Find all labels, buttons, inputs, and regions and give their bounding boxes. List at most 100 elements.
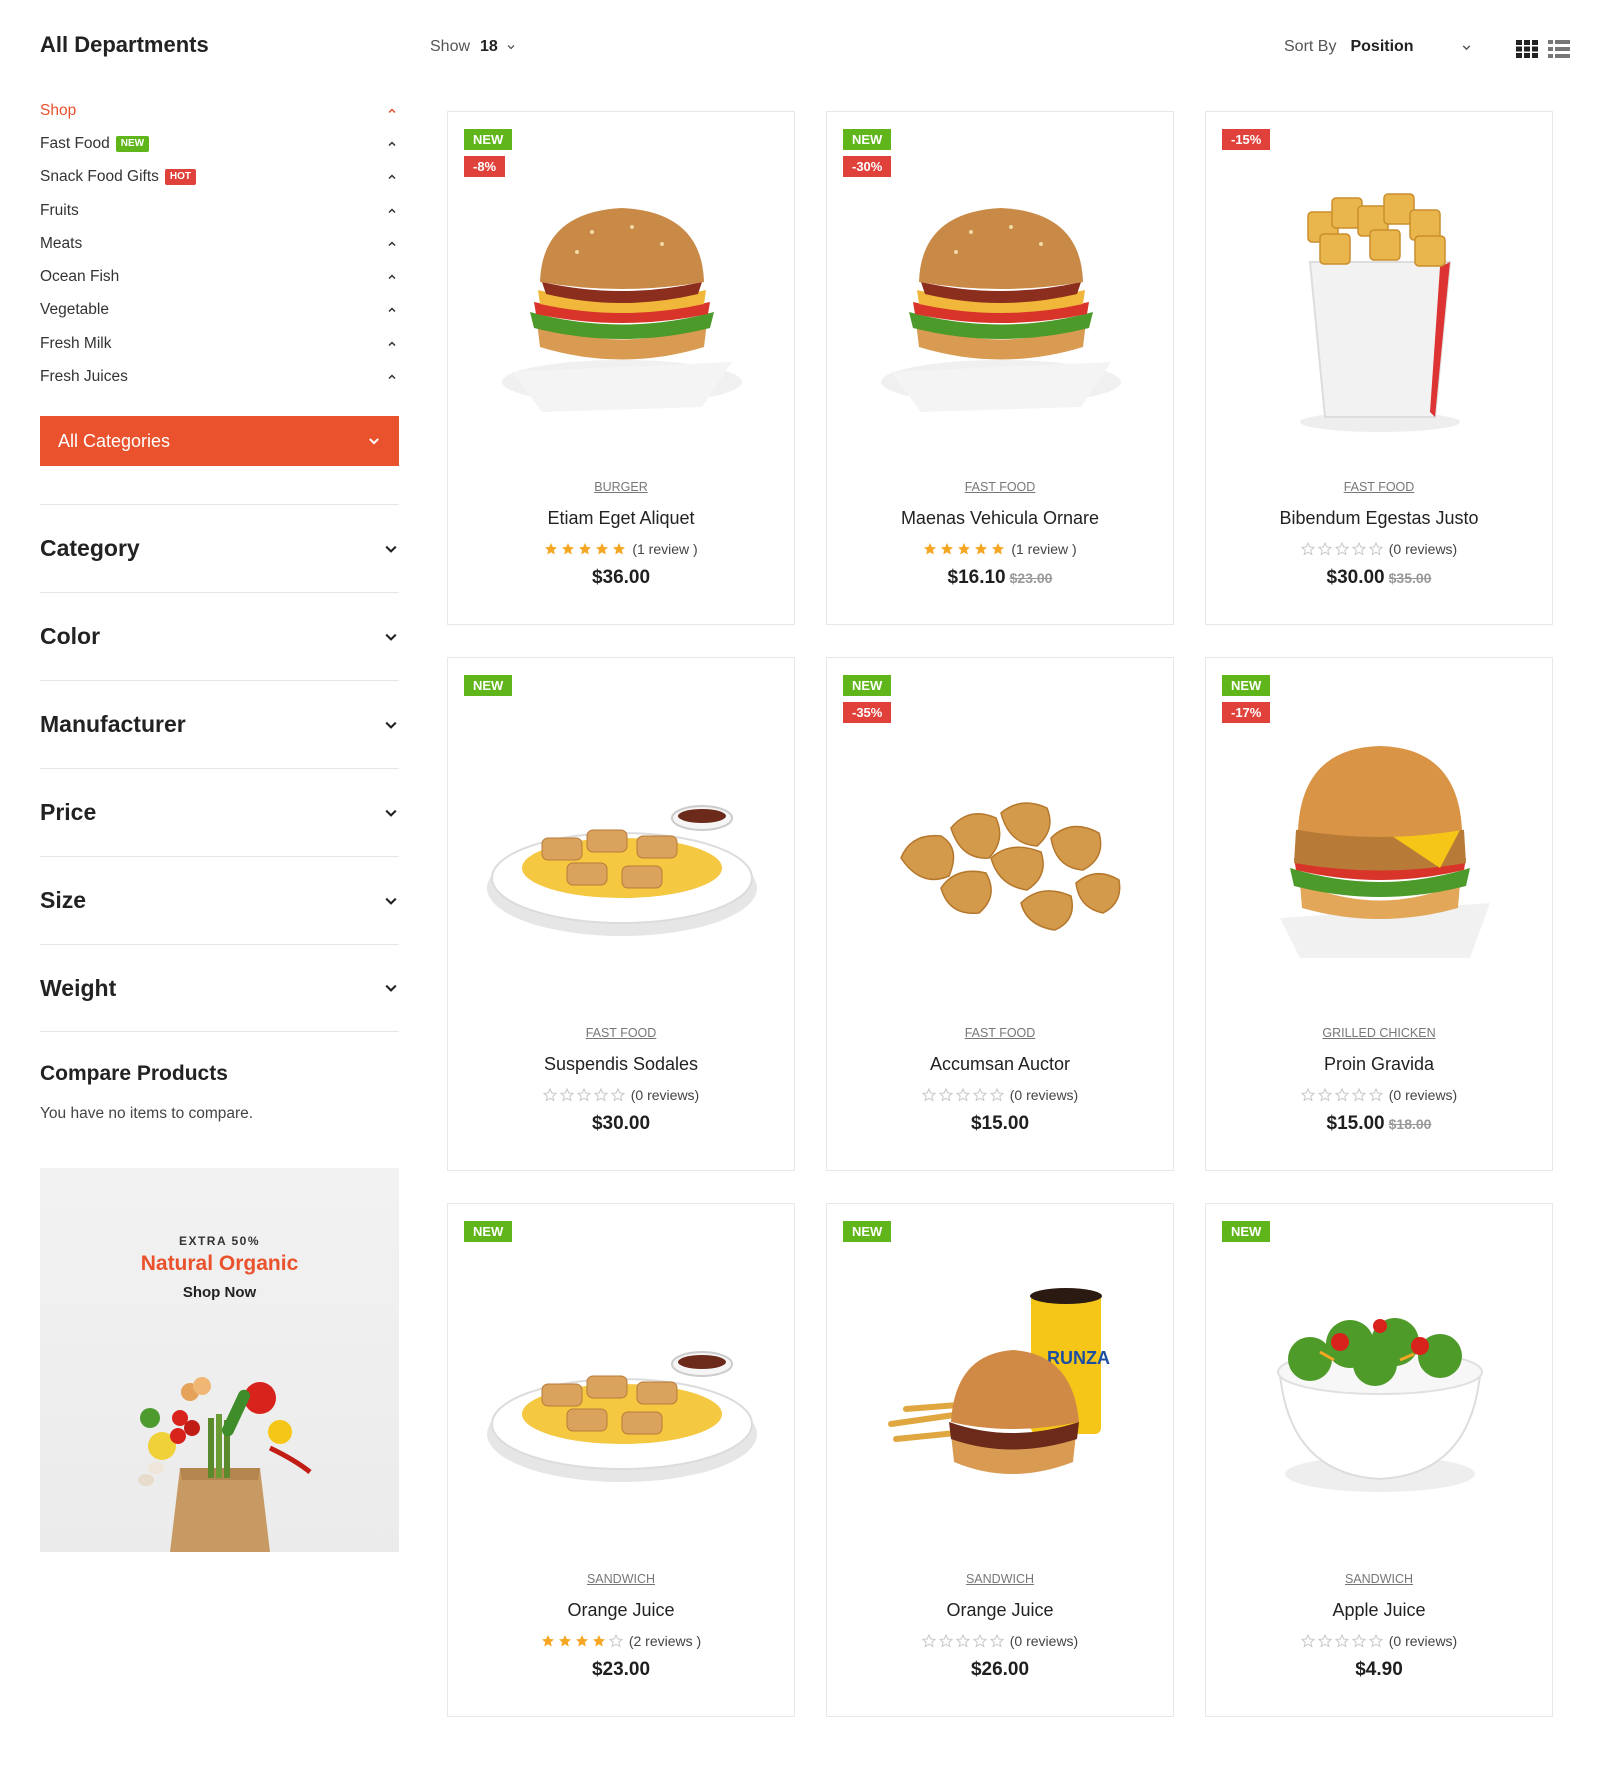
department-item[interactable]: Fast Food NEW: [40, 127, 399, 160]
product-name[interactable]: Orange Juice: [448, 1600, 794, 1621]
department-label: Shop: [40, 101, 77, 119]
product-name[interactable]: Etiam Eget Aliquet: [448, 508, 794, 529]
star-filled-icon: [541, 1635, 554, 1647]
promo-shop-now-link[interactable]: Shop Now: [40, 1284, 399, 1301]
product-image[interactable]: [472, 1264, 772, 1524]
product-badges: NEW -30%: [843, 129, 892, 177]
product-category-link[interactable]: FAST FOOD: [827, 1026, 1173, 1040]
product-card[interactable]: NEW -17% GRILLED CHICKEN Proin Gravida (0 re…: [1205, 657, 1553, 1171]
department-item[interactable]: Vegetable: [40, 294, 399, 327]
product-image[interactable]: [472, 718, 772, 978]
star-filled-icon: [592, 1635, 605, 1647]
department-item[interactable]: Ocean Fish: [40, 260, 399, 293]
product-rating: (0 reviews): [1206, 1087, 1552, 1103]
sort-value: Position: [1350, 38, 1414, 55]
product-badges: NEW -17%: [1222, 675, 1271, 723]
filter-label: Price: [40, 799, 97, 825]
star-empty-icon: [972, 1634, 987, 1648]
chevron-up-icon[interactable]: [385, 370, 399, 384]
star-rating: [1300, 1634, 1383, 1648]
chevron-up-icon[interactable]: [385, 204, 399, 218]
promo-kicker: EXTRA 50%: [178, 1234, 261, 1248]
chevron-up-icon[interactable]: [385, 337, 399, 351]
chevron-up-icon[interactable]: [385, 137, 399, 151]
chevron-up-icon[interactable]: [385, 104, 399, 118]
filter-color[interactable]: Color: [40, 592, 399, 680]
department-item[interactable]: Fresh Milk: [40, 327, 399, 360]
product-category-link[interactable]: SANDWICH: [1206, 1572, 1552, 1586]
new-badge: NEW: [1222, 675, 1271, 696]
star-filled-icon: [579, 543, 592, 555]
chevron-down-icon: [385, 721, 397, 729]
all-categories-button[interactable]: All Categories: [40, 416, 399, 466]
product-category-link[interactable]: SANDWICH: [448, 1572, 794, 1586]
filter-category[interactable]: Category: [40, 504, 399, 592]
list-view-icon[interactable]: [1548, 40, 1570, 58]
chevron-up-icon[interactable]: [385, 237, 399, 251]
department-label: Snack Food Gifts: [40, 168, 159, 186]
chevron-up-icon[interactable]: [385, 303, 399, 317]
star-empty-icon: [972, 1088, 987, 1102]
product-badges: NEW: [464, 675, 513, 696]
product-category-link[interactable]: FAST FOOD: [448, 1026, 794, 1040]
product-card[interactable]: NEW SANDWICH Apple Juice (0 reviews) $4.90: [1205, 1203, 1553, 1717]
show-per-page-select[interactable]: 18: [480, 38, 516, 56]
product-rating: (2 reviews ): [448, 1633, 794, 1649]
review-count: (0 reviews): [1388, 1633, 1458, 1649]
product-name[interactable]: Suspendis Sodales: [448, 1054, 794, 1075]
chevron-up-icon[interactable]: [385, 270, 399, 284]
chevron-down-icon: [385, 984, 397, 992]
product-card[interactable]: NEW SANDWICH Orange Juice (2 reviews ) $23.0…: [447, 1203, 795, 1717]
product-rating: (0 reviews): [1206, 541, 1552, 557]
product-category-link[interactable]: BURGER: [448, 480, 794, 494]
department-item[interactable]: Shop: [40, 94, 399, 127]
filter-size[interactable]: Size: [40, 856, 399, 944]
star-filled-icon: [924, 543, 937, 555]
product-name[interactable]: Maenas Vehicula Ornare: [827, 508, 1173, 529]
product-image[interactable]: [472, 172, 772, 432]
product-name[interactable]: Orange Juice: [827, 1600, 1173, 1621]
product-name[interactable]: Proin Gravida: [1206, 1054, 1552, 1075]
filter-list: Category Color Manufacturer Price Size Weight: [40, 504, 399, 1032]
product-card[interactable]: NEW RUNZA SANDWICH Orange Juice (0 reviews) $…: [826, 1203, 1174, 1717]
department-item-content: Vegetable: [40, 301, 109, 319]
grid-view-icon[interactable]: [1516, 40, 1538, 58]
department-item[interactable]: Fruits: [40, 194, 399, 227]
product-name[interactable]: Apple Juice: [1206, 1600, 1552, 1621]
star-rating: [1300, 542, 1383, 556]
product-image[interactable]: [851, 172, 1151, 432]
department-item[interactable]: Snack Food Gifts HOT: [40, 161, 399, 194]
product-category-link[interactable]: GRILLED CHICKEN: [1206, 1026, 1552, 1040]
product-image[interactable]: RUNZA: [851, 1264, 1151, 1524]
chevron-up-icon[interactable]: [385, 170, 399, 184]
product-name[interactable]: Bibendum Egestas Justo: [1206, 508, 1552, 529]
departments-title: All Departments: [40, 32, 209, 57]
old-price: $18.00: [1388, 1116, 1432, 1132]
product-card[interactable]: NEW -35% FAST FOOD Accumsan Auctor (0 review…: [826, 657, 1174, 1171]
product-image[interactable]: [1230, 1264, 1530, 1524]
product-image[interactable]: [1230, 172, 1530, 432]
product-card[interactable]: -15% FAST FOOD Bibendum Egestas Justo (0 re…: [1205, 111, 1553, 625]
product-name[interactable]: Accumsan Auctor: [827, 1054, 1173, 1075]
badge-wrap: NEW: [1222, 1221, 1271, 1242]
product-image[interactable]: [851, 718, 1151, 978]
department-item[interactable]: Fresh Juices: [40, 360, 399, 393]
product-category-link[interactable]: SANDWICH: [827, 1572, 1173, 1586]
product-badges: NEW -8%: [464, 129, 513, 177]
star-rating: [921, 1634, 1004, 1648]
product-card[interactable]: NEW FAST FOOD Suspendis Sodales (0 reviews)…: [447, 657, 795, 1171]
product-image[interactable]: [1230, 718, 1530, 978]
star-rating: [921, 1088, 1004, 1102]
department-item[interactable]: Meats: [40, 227, 399, 260]
promo-banner[interactable]: EXTRA 50% Natural Organic Shop Now: [40, 1168, 399, 1552]
product-category-link[interactable]: FAST FOOD: [827, 480, 1173, 494]
filter-weight[interactable]: Weight: [40, 944, 399, 1032]
product-card[interactable]: NEW -30% FAST FOOD Maenas Vehicula Ornare (1…: [826, 111, 1174, 625]
product-category-link[interactable]: FAST FOOD: [1206, 480, 1552, 494]
current-price: $15.00: [970, 1113, 1030, 1134]
sort-by-select[interactable]: Position: [1350, 38, 1472, 56]
filter-manufacturer[interactable]: Manufacturer: [40, 680, 399, 768]
product-card[interactable]: NEW -8% BURGER Etiam Eget Aliquet (1 review …: [447, 111, 795, 625]
product-price: $15.00: [827, 1113, 1173, 1135]
filter-price[interactable]: Price: [40, 768, 399, 856]
